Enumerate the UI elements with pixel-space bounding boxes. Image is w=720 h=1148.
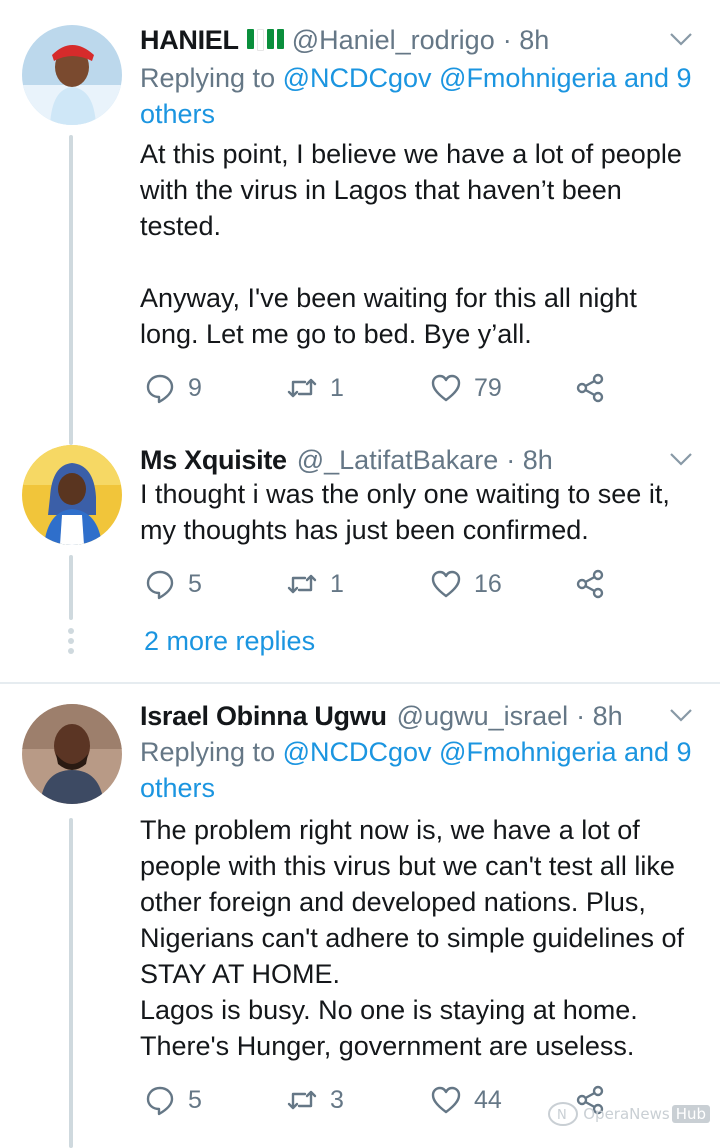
timestamp[interactable]: · 8h [506, 445, 553, 476]
reply-icon [146, 374, 174, 404]
thread-dots [68, 628, 74, 658]
chevron-down-icon[interactable] [668, 26, 694, 52]
share-icon [576, 373, 604, 403]
retweet-icon [287, 378, 317, 398]
like-count: 16 [474, 569, 502, 598]
operanews-logo-icon: N [548, 1102, 579, 1126]
replying-to: Replying to @NCDCgov @Fmohnigeria and 9 … [140, 63, 692, 129]
user-handle[interactable]: @_LatifatBakare [297, 445, 499, 476]
tweet-actions: 5 1 16 [140, 564, 640, 604]
thread-line [69, 818, 73, 1148]
tweet-header: Ms Xquisite @_LatifatBakare · 8h [140, 440, 553, 480]
reply-button[interactable]: 5 [144, 1080, 202, 1120]
reply-icon [146, 1086, 174, 1116]
like-icon [431, 570, 461, 598]
chevron-down-icon[interactable] [668, 446, 694, 472]
replying-to-link[interactable]: @NCDCgov @Fmohnigeria and 9 [283, 63, 692, 93]
reply-count: 5 [188, 1085, 202, 1114]
tweet-text: The problem right now is, we have a lot … [140, 815, 684, 1061]
timestamp[interactable]: · 8h [503, 25, 550, 56]
like-count: 79 [474, 373, 502, 402]
chevron-down-icon[interactable] [668, 702, 694, 728]
like-icon [431, 374, 461, 402]
share-icon [576, 569, 604, 599]
svg-text:N: N [557, 1108, 567, 1123]
tweet-actions: 9 1 79 [140, 368, 640, 408]
reply-icon [146, 570, 174, 600]
replying-to-link[interactable]: @NCDCgov @Fmohnigeria and 9 [283, 737, 692, 767]
like-icon [431, 1086, 461, 1114]
retweet-button[interactable]: 3 [286, 1080, 344, 1120]
like-button[interactable]: 44 [430, 1080, 502, 1120]
retweet-count: 1 [330, 569, 344, 598]
reply-button[interactable]: 5 [144, 564, 202, 604]
reply-count: 9 [188, 373, 202, 402]
tweet-text: I thought i was the only one waiting to … [140, 479, 670, 545]
tweet-header: Israel Obinna Ugwu @ugwu_israel · 8h [140, 696, 623, 736]
tweet-header: HANIEL @Haniel_rodrigo · 8h [140, 20, 549, 60]
reply-count: 5 [188, 569, 202, 598]
retweet-icon [287, 1090, 317, 1110]
retweet-button[interactable]: 1 [286, 564, 344, 604]
display-name[interactable]: Ms Xquisite [140, 445, 287, 476]
retweet-count: 3 [330, 1085, 344, 1114]
display-name[interactable]: Israel Obinna Ugwu [140, 701, 387, 732]
user-handle[interactable]: @ugwu_israel [397, 701, 569, 732]
divider [0, 682, 720, 684]
like-button[interactable]: 16 [430, 564, 502, 604]
tweet-text: At this point, I believe we have a lot o… [140, 139, 682, 349]
replying-to: Replying to @NCDCgov @Fmohnigeria and 9 … [140, 737, 692, 803]
more-replies-link[interactable]: 2 more replies [144, 626, 315, 657]
nigeria-flag-emoji [246, 29, 284, 51]
replying-to-others-link[interactable]: others [140, 773, 215, 803]
like-button[interactable]: 79 [430, 368, 502, 408]
reply-button[interactable]: 9 [144, 368, 202, 408]
timestamp[interactable]: · 8h [576, 701, 623, 732]
thread-line [69, 135, 73, 445]
retweet-button[interactable]: 1 [286, 368, 344, 408]
thread-line [69, 555, 73, 620]
retweet-count: 1 [330, 373, 344, 402]
watermark-brand: OperaNews [583, 1105, 670, 1123]
operanews-hub-watermark: N OperaNews Hub [547, 1100, 710, 1128]
replying-to-others-link[interactable]: others [140, 99, 215, 129]
avatar-israel-obinna-ugwu[interactable] [22, 704, 122, 804]
retweet-icon [287, 574, 317, 594]
avatar-ms-xquisite[interactable] [22, 445, 122, 545]
share-button[interactable] [574, 368, 606, 408]
share-button[interactable] [574, 564, 606, 604]
avatar-haniel[interactable] [22, 25, 122, 125]
watermark-suffix: Hub [671, 1105, 710, 1123]
user-handle[interactable]: @Haniel_rodrigo [292, 25, 495, 56]
like-count: 44 [474, 1085, 502, 1114]
display-name[interactable]: HANIEL [140, 25, 239, 56]
